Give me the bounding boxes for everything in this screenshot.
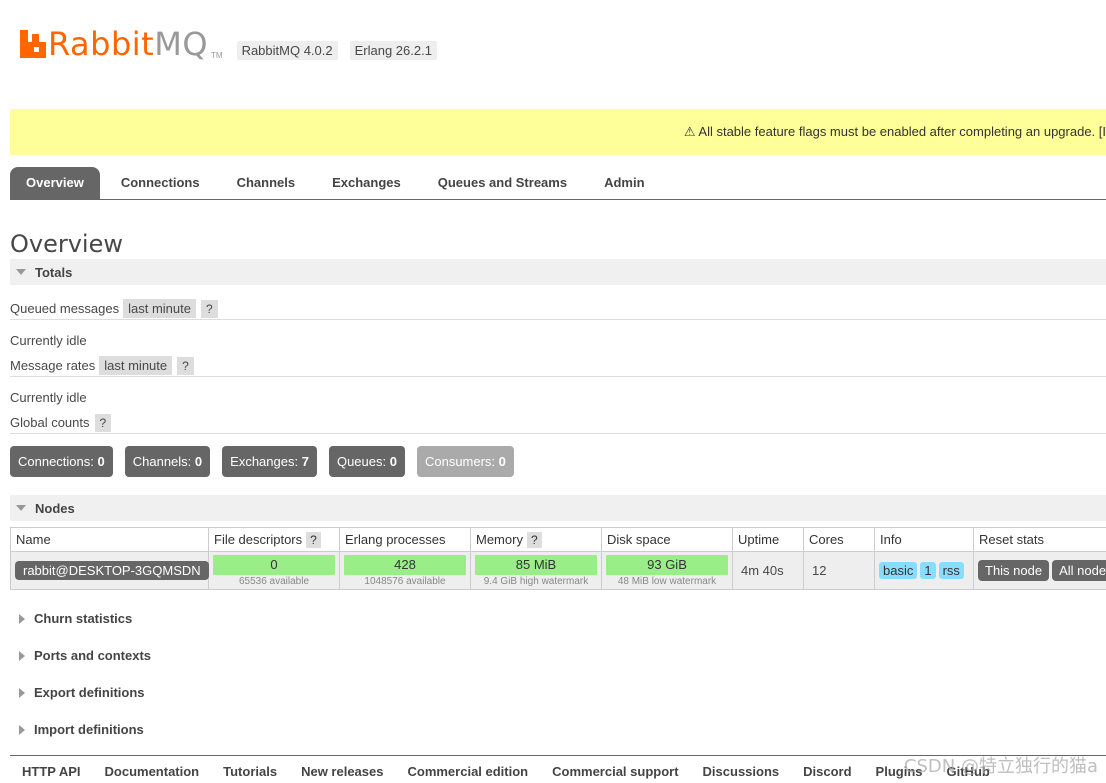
expand-triangle-icon	[19, 613, 25, 624]
reset-all-nodes-button[interactable]: All nodes	[1052, 560, 1106, 581]
totals-section-header[interactable]: Totals	[10, 259, 1106, 285]
col-disk-space: Disk space	[601, 527, 733, 552]
footer-link-commercial-support[interactable]: Commercial support	[552, 764, 678, 783]
table-row: rabbit@DESKTOP-3GQMSDN 0 65536 available…	[10, 551, 1106, 590]
idle-row-2: Currently idle	[10, 387, 1106, 407]
page-title: Overview	[10, 230, 123, 258]
node-name-link[interactable]: rabbit@DESKTOP-3GQMSDN	[15, 561, 209, 580]
footer-link-discord[interactable]: Discord	[803, 764, 851, 783]
exchanges-count-button[interactable]: Exchanges: 7	[222, 446, 317, 477]
warning-text: ⚠ All stable feature flags must be enabl…	[683, 124, 1106, 139]
fd-help-button[interactable]: ?	[306, 532, 321, 548]
collapse-triangle-icon	[16, 505, 26, 511]
global-counts-label: Global counts	[10, 415, 90, 430]
collapse-triangle-icon	[16, 269, 26, 275]
queued-help-button[interactable]: ?	[201, 299, 218, 318]
memory-help-button[interactable]: ?	[526, 532, 542, 548]
queued-messages-row: Queued messages last minute ?	[10, 298, 1106, 320]
rabbitmq-logo[interactable]: RabbitMQ TM	[20, 26, 223, 62]
tab-connections[interactable]: Connections	[105, 167, 216, 199]
queued-messages-label: Queued messages	[10, 301, 120, 316]
table-header-row: Name File descriptors? Erlang processes …	[10, 527, 1106, 552]
info-cell: basic 1 rss	[874, 551, 974, 590]
footer-link-discussions[interactable]: Discussions	[703, 764, 780, 783]
tab-channels[interactable]: Channels	[221, 167, 312, 199]
import-definitions-header[interactable]: Import definitions	[10, 722, 144, 737]
footer-link-documentation[interactable]: Documentation	[105, 764, 200, 783]
global-counts-row: Global counts ?	[10, 412, 1106, 434]
rates-range-select[interactable]: last minute	[99, 356, 173, 375]
channels-count-button[interactable]: Channels: 0	[124, 446, 211, 477]
col-reset-stats: Reset stats	[973, 527, 1106, 552]
proc-bar: 428	[344, 554, 466, 575]
message-rates-row: Message rates last minute ?	[10, 355, 1106, 377]
fd-available: 65536 available	[238, 575, 310, 587]
totals-heading: Totals	[35, 264, 73, 280]
export-definitions-header[interactable]: Export definitions	[10, 685, 145, 700]
mem-watermark: 9.4 GiB high watermark	[483, 575, 589, 587]
message-rates-label: Message rates	[10, 358, 96, 373]
mem-bar: 85 MiB	[475, 554, 597, 575]
proc-available: 1048576 available	[364, 575, 446, 587]
col-file-descriptors: File descriptors?	[208, 527, 340, 552]
nodes-heading: Nodes	[35, 500, 75, 516]
uptime-cell: 4m 40s	[732, 551, 804, 590]
col-cores: Cores	[803, 527, 875, 552]
queues-count-button[interactable]: Queues: 0	[328, 446, 405, 477]
expand-triangle-icon	[19, 687, 25, 698]
logo-trademark: TM	[211, 51, 223, 60]
feature-flags-warning: ⚠ All stable feature flags must be enabl…	[10, 109, 1106, 155]
currently-idle-text: Currently idle	[10, 389, 87, 405]
object-counts: Connections: 0 Channels: 0 Exchanges: 7 …	[10, 446, 526, 477]
nodes-section-header[interactable]: Nodes	[10, 495, 1106, 521]
churn-statistics-header[interactable]: Churn statistics	[10, 611, 132, 626]
info-rss-badge[interactable]: rss	[938, 562, 964, 579]
tab-queues-and-streams[interactable]: Queues and Streams	[422, 167, 583, 199]
ports-and-contexts-header[interactable]: Ports and contexts	[10, 648, 151, 663]
col-erlang-processes: Erlang processes	[339, 527, 471, 552]
tab-exchanges[interactable]: Exchanges	[316, 167, 417, 199]
col-memory: Memory?	[470, 527, 602, 552]
node-name-cell: rabbit@DESKTOP-3GQMSDN	[10, 551, 209, 590]
reset-this-node-button[interactable]: This node	[978, 560, 1050, 581]
currently-idle-text: Currently idle	[10, 332, 87, 348]
disk-watermark: 48 MiB low watermark	[617, 575, 717, 587]
fd-bar: 0	[213, 554, 335, 575]
idle-row-1: Currently idle	[10, 330, 1106, 350]
disk-cell: 93 GiB 48 MiB low watermark	[601, 551, 733, 590]
info-basic-badge[interactable]: basic	[879, 562, 918, 579]
tab-overview[interactable]: Overview	[10, 167, 100, 199]
rabbitmq-version: RabbitMQ 4.0.2	[236, 41, 338, 60]
queued-range-select[interactable]: last minute	[123, 299, 196, 318]
footer-link-new-releases[interactable]: New releases	[301, 764, 383, 783]
footer-link-http-api[interactable]: HTTP API	[22, 764, 81, 783]
logo-text: RabbitMQ	[48, 25, 208, 63]
footer-link-commercial-edition[interactable]: Commercial edition	[407, 764, 528, 783]
connections-count-button[interactable]: Connections: 0	[10, 446, 113, 477]
fd-cell: 0 65536 available	[208, 551, 340, 590]
consumers-count-button[interactable]: Consumers: 0	[416, 446, 514, 477]
mem-cell: 85 MiB 9.4 GiB high watermark	[470, 551, 602, 590]
col-info: Info	[874, 527, 974, 552]
nodes-table: Name File descriptors? Erlang processes …	[10, 527, 1106, 590]
rabbitmq-logo-icon	[20, 30, 46, 58]
col-name: Name	[10, 527, 209, 552]
col-uptime: Uptime	[732, 527, 804, 552]
tab-admin[interactable]: Admin	[588, 167, 660, 199]
main-nav: Overview Connections Channels Exchanges …	[10, 167, 1106, 200]
rates-help-button[interactable]: ?	[177, 356, 194, 375]
erlang-version: Erlang 26.2.1	[349, 41, 437, 60]
cores-cell: 12	[803, 551, 875, 590]
proc-cell: 428 1048576 available	[339, 551, 471, 590]
disk-bar: 93 GiB	[606, 554, 728, 575]
info-count-badge[interactable]: 1	[920, 562, 936, 579]
csdn-watermark: CSDN @特立独行的猫a	[903, 756, 1098, 777]
global-help-button[interactable]: ?	[94, 413, 112, 432]
footer-link-tutorials[interactable]: Tutorials	[223, 764, 277, 783]
expand-triangle-icon	[19, 650, 25, 661]
reset-cell: This nodeAll nodes	[973, 551, 1106, 590]
header: RabbitMQ TM RabbitMQ 4.0.2 Erlang 26.2.1	[20, 22, 437, 62]
expand-triangle-icon	[19, 724, 25, 735]
